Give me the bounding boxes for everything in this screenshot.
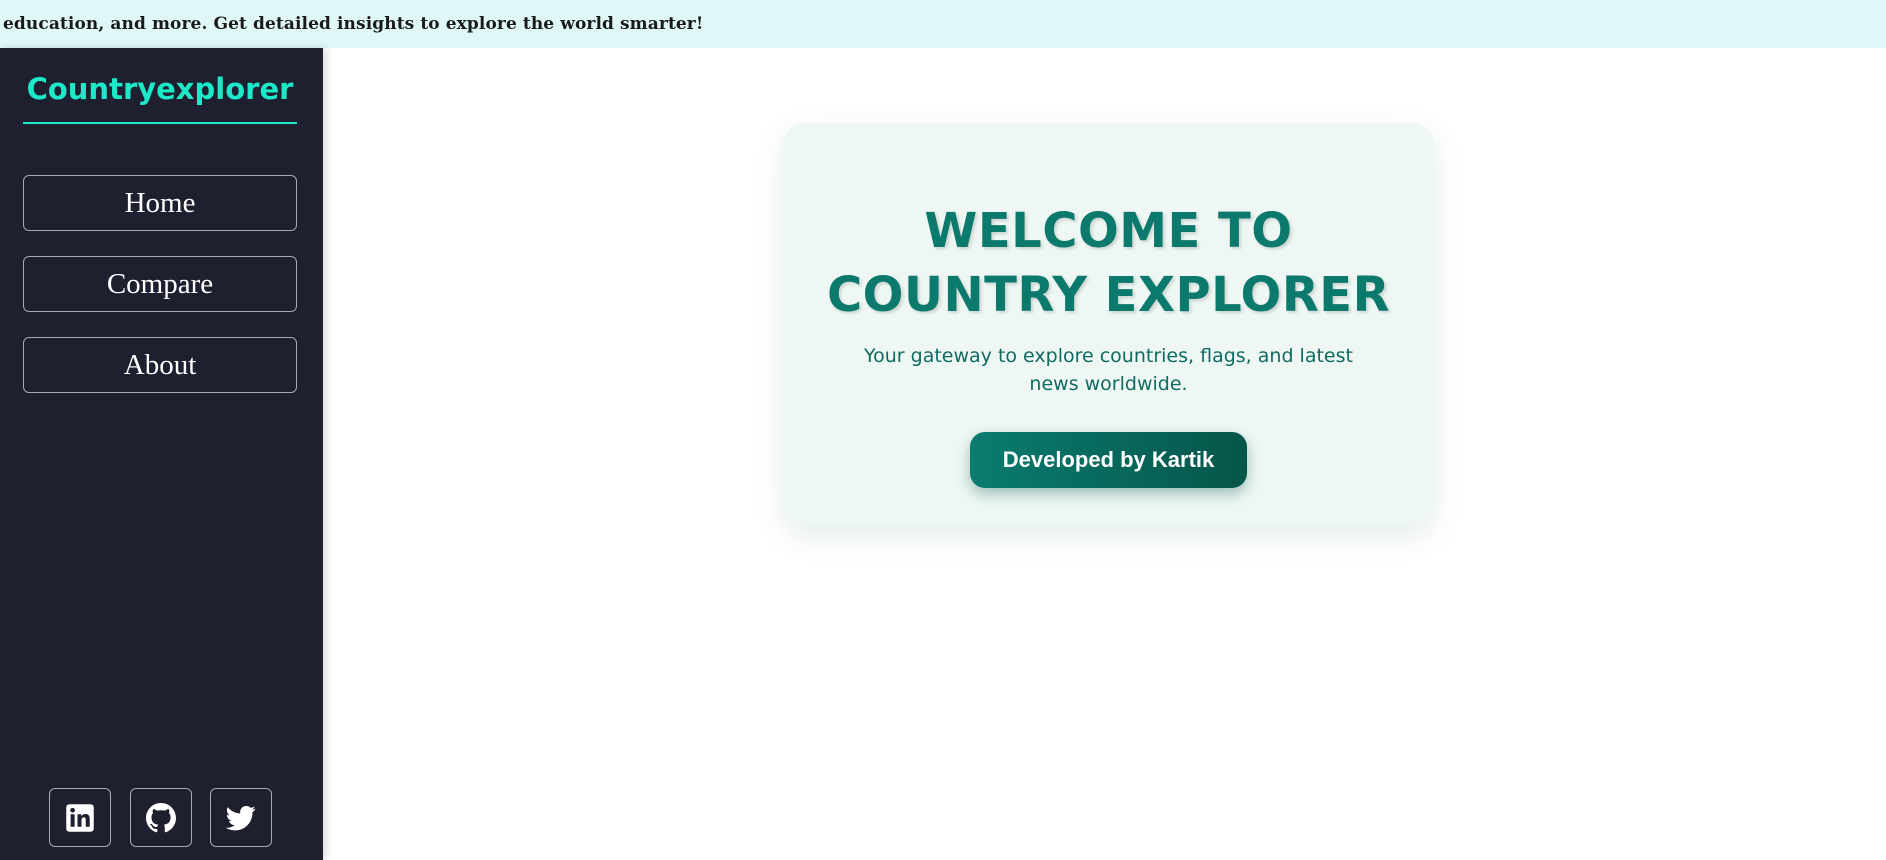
nav-home-button[interactable]: Home [23,175,297,231]
developer-credit-button[interactable]: Developed by Kartik [970,432,1247,488]
twitter-button[interactable] [210,788,272,847]
sidebar: Countryexplorer Home Compare About [0,48,323,860]
news-ticker: education, and more. Get detailed insigh… [0,0,1886,48]
github-button[interactable] [130,788,192,847]
twitter-icon [226,803,256,833]
welcome-subtitle: Your gateway to explore countries, flags… [864,345,1353,395]
welcome-title: WELCOME TO COUNTRY EXPLORER [826,203,1391,323]
linkedin-icon [65,803,95,833]
github-icon [146,802,176,833]
nav-about-button[interactable]: About [23,337,297,393]
brand-logo[interactable]: Countryexplorer [23,72,297,106]
nav-compare-button[interactable]: Compare [23,256,297,312]
ticker-text: education, and more. Get detailed insigh… [3,14,704,34]
brand-underline [23,122,297,124]
linkedin-button[interactable] [49,788,111,847]
welcome-card: WELCOME TO COUNTRY EXPLORER Your gateway… [783,123,1434,526]
